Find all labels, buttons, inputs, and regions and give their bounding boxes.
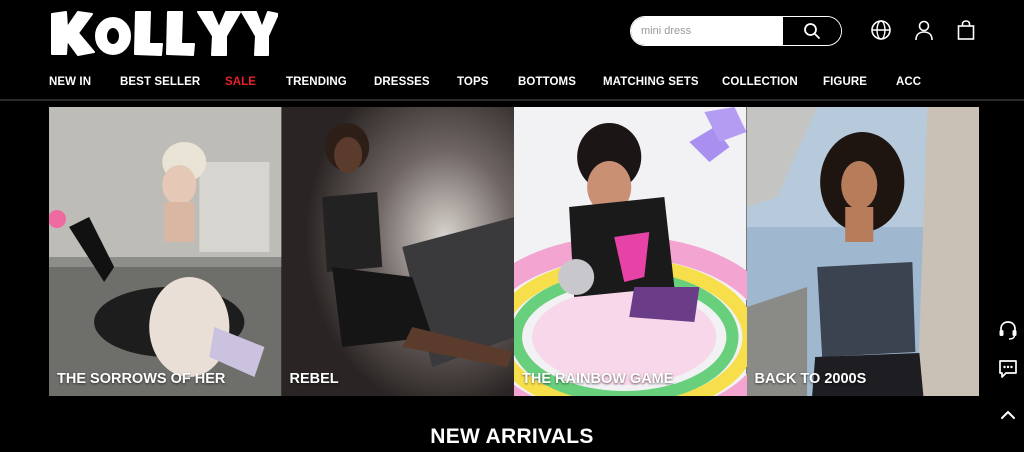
- banner-image: [514, 107, 747, 396]
- chat-icon[interactable]: [996, 357, 1020, 381]
- banner-image: [746, 107, 979, 396]
- banner-image: [49, 107, 282, 396]
- account-icon[interactable]: [912, 18, 936, 42]
- main-nav: NEW IN BEST SELLER SALE TRENDING DRESSES…: [0, 68, 1024, 98]
- nav-item-trending[interactable]: TRENDING: [286, 68, 347, 96]
- banner-the-sorrows-of-her[interactable]: THE SORROWS OF HER: [49, 107, 282, 396]
- bag-icon[interactable]: [954, 18, 978, 42]
- banner-the-rainbow-game[interactable]: THE RAINBOW GAME: [514, 107, 747, 396]
- nav-item-new-in[interactable]: NEW IN: [49, 68, 91, 96]
- nav-item-tops[interactable]: TOPS: [457, 68, 489, 96]
- section-title-new-arrivals: NEW ARRIVALS: [430, 425, 594, 448]
- banner-back-to-2000s[interactable]: BACK TO 2000S: [746, 107, 979, 396]
- headset-icon[interactable]: [996, 318, 1020, 342]
- search-button[interactable]: [783, 17, 841, 45]
- globe-icon[interactable]: [869, 18, 893, 42]
- nav-item-figure[interactable]: FIGURE: [823, 68, 867, 96]
- banner-label: THE RAINBOW GAME: [522, 371, 674, 387]
- banner-image: [281, 107, 514, 396]
- nav-item-sale[interactable]: SALE: [225, 68, 256, 96]
- nav-item-dresses[interactable]: DRESSES: [374, 68, 430, 96]
- nav-item-collection[interactable]: COLLECTION: [722, 68, 798, 96]
- banner-label: BACK TO 2000S: [754, 371, 867, 387]
- logo-wordmark: [51, 11, 279, 56]
- search-icon: [804, 23, 820, 39]
- nav-item-best-seller[interactable]: BEST SELLER: [120, 68, 200, 96]
- nav-divider: [0, 99, 1024, 101]
- search-bar: [630, 16, 842, 46]
- banner-rebel[interactable]: REBEL: [281, 107, 514, 396]
- kollyy-logo[interactable]: [48, 6, 279, 60]
- search-input[interactable]: [631, 17, 783, 45]
- collection-banners: THE SORROWS OF HER REBEL THE RAINBOW GAM…: [49, 107, 979, 396]
- nav-item-bottoms[interactable]: BOTTOMS: [518, 68, 576, 96]
- banner-label: REBEL: [289, 371, 339, 387]
- nav-item-acc[interactable]: ACC: [896, 68, 921, 96]
- nav-item-matching-sets[interactable]: MATCHING SETS: [603, 68, 699, 96]
- banner-label: THE SORROWS OF HER: [57, 371, 226, 387]
- chevron-up-icon[interactable]: [996, 403, 1020, 427]
